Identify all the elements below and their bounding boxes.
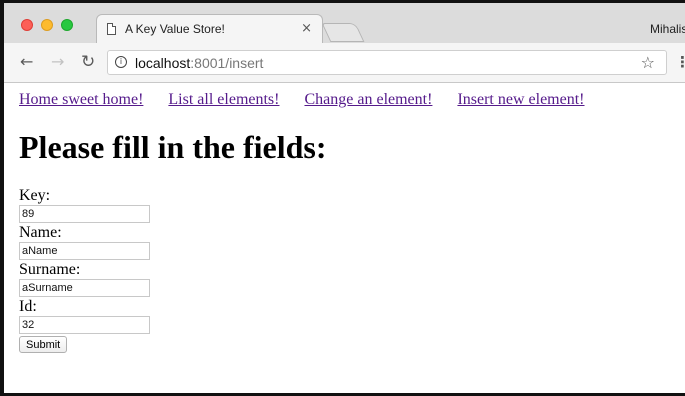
- surname-input[interactable]: [19, 279, 150, 297]
- insert-form: Key: Name: Surname: Id: Submit: [19, 187, 150, 353]
- reload-icon[interactable]: ↻: [81, 53, 95, 71]
- url-text[interactable]: localhost:8001/insert: [135, 55, 263, 71]
- key-label: Key:: [19, 187, 51, 204]
- minimize-window-button[interactable]: [41, 19, 53, 31]
- page-title: Please fill in the fields:: [19, 129, 327, 165]
- name-input[interactable]: [19, 242, 150, 260]
- info-icon[interactable]: i: [115, 56, 127, 68]
- name-label: Name:: [19, 224, 62, 241]
- address-bar[interactable]: i localhost:8001/insert ☆: [107, 50, 667, 75]
- star-icon[interactable]: ☆: [641, 53, 655, 72]
- surname-label: Surname:: [19, 261, 81, 278]
- browser-toolbar: ← → ↻ i localhost:8001/insert ☆ ⋮: [4, 43, 685, 83]
- tab-active[interactable]: A Key Value Store! ×: [96, 14, 323, 45]
- submit-button[interactable]: Submit: [19, 336, 68, 353]
- nav-link-change[interactable]: Change an element!: [304, 91, 432, 108]
- nav-links: Home sweet home! List all elements! Chan…: [19, 91, 606, 109]
- tab-title: A Key Value Store!: [125, 22, 225, 36]
- back-arrow-icon[interactable]: ←: [20, 53, 33, 71]
- tab-strip: A Key Value Store! × Mihalis: [4, 3, 685, 45]
- zoom-window-button[interactable]: [61, 19, 73, 31]
- id-input[interactable]: [19, 316, 150, 334]
- url-host: localhost: [135, 55, 191, 71]
- url-path: :8001/insert: [190, 55, 264, 71]
- nav-link-home[interactable]: Home sweet home!: [19, 91, 143, 108]
- close-window-button[interactable]: [21, 19, 33, 31]
- nav-link-list[interactable]: List all elements!: [168, 91, 279, 108]
- document-icon: [107, 23, 116, 35]
- key-input[interactable]: [19, 205, 150, 223]
- menu-icon[interactable]: ⋮: [675, 55, 685, 70]
- close-icon[interactable]: ×: [301, 21, 312, 36]
- nav-link-insert[interactable]: Insert new element!: [457, 91, 584, 108]
- profile-name[interactable]: Mihalis: [650, 22, 685, 36]
- browser-window: A Key Value Store! × Mihalis ← → ↻ i loc…: [0, 0, 685, 396]
- forward-arrow-icon[interactable]: →: [51, 53, 64, 71]
- new-tab-button[interactable]: [321, 23, 365, 42]
- id-label: Id:: [19, 298, 37, 315]
